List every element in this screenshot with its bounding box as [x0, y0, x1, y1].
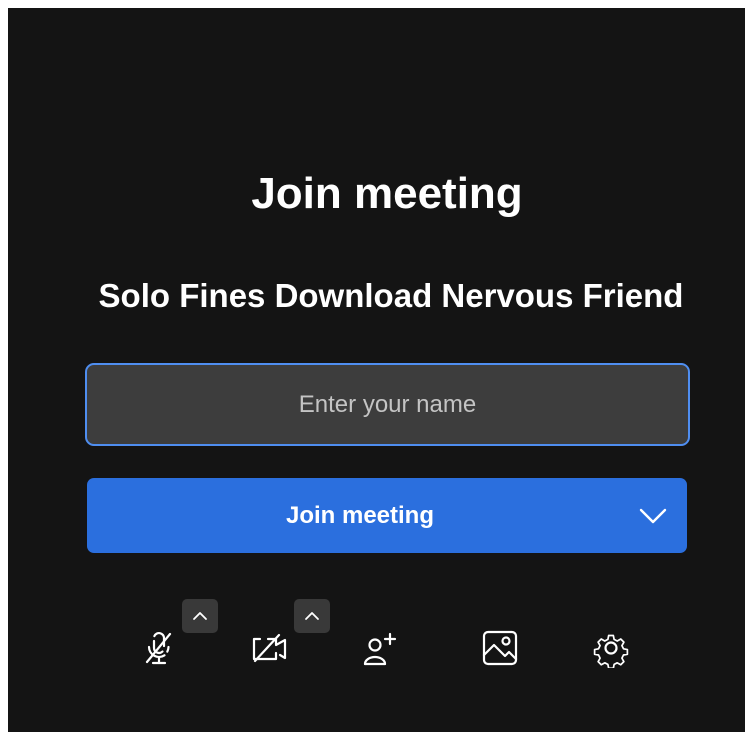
- image-icon: [480, 628, 520, 668]
- camera-options-caret[interactable]: [294, 599, 330, 633]
- prejoin-panel: Join meeting Solo Fines Download Nervous…: [8, 8, 745, 732]
- background-button[interactable]: [474, 622, 526, 674]
- gear-icon: [591, 628, 631, 668]
- meeting-name: Solo Fines Download Nervous Friend: [98, 277, 684, 314]
- camera-off-icon: [249, 628, 291, 668]
- add-person-icon: [360, 628, 402, 668]
- page-title: Join meeting: [251, 169, 523, 218]
- join-meeting-label: Join meeting: [285, 502, 435, 529]
- mic-options-caret[interactable]: [182, 599, 218, 633]
- join-meeting-button[interactable]: Join meeting: [87, 478, 687, 553]
- chevron-down-icon[interactable]: [637, 500, 669, 532]
- camera-toggle-button[interactable]: [244, 622, 296, 674]
- mic-off-icon: [139, 628, 179, 668]
- settings-button[interactable]: [585, 622, 637, 674]
- mic-toggle-button[interactable]: [133, 622, 185, 674]
- name-input[interactable]: [85, 363, 690, 446]
- chevron-up-icon: [191, 607, 209, 625]
- chevron-up-icon: [303, 607, 321, 625]
- invite-button[interactable]: [355, 622, 407, 674]
